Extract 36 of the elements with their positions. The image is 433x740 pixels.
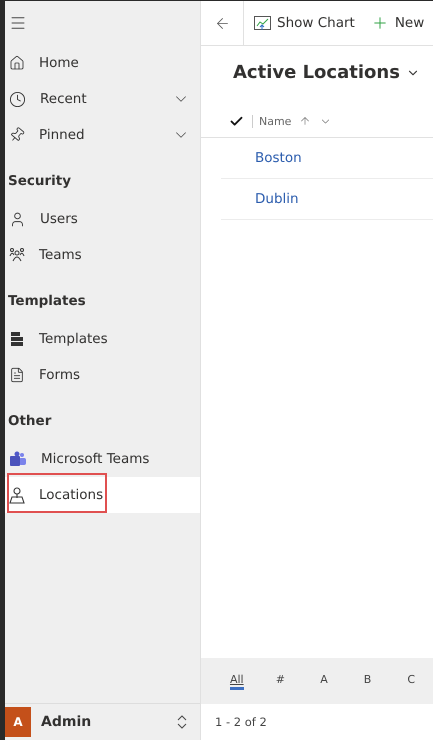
expand-collapse-icon[interactable] — [176, 714, 188, 730]
chart-icon — [254, 16, 271, 30]
stack-icon — [9, 331, 25, 347]
nav-item[interactable]: Home — [5, 45, 200, 81]
column-header[interactable]: Name — [252, 114, 332, 128]
nav-item[interactable]: Users — [5, 201, 200, 237]
home-icon — [9, 55, 25, 71]
nav-item[interactable]: Teams — [5, 237, 200, 273]
jump-letter[interactable]: All — [215, 668, 259, 694]
nav-item[interactable]: Pinned — [5, 117, 200, 153]
section-heading: Templates — [8, 293, 86, 309]
user-avatar: A — [5, 707, 31, 737]
user-icon — [9, 210, 26, 228]
nav-item[interactable]: Microsoft Teams — [5, 441, 200, 477]
user-name: Admin — [41, 714, 92, 730]
nav-item[interactable]: Forms — [5, 357, 200, 393]
jump-letter[interactable]: # — [258, 668, 302, 694]
record-link[interactable]: Dublin — [255, 191, 299, 207]
show-chart-button[interactable]: Show Chart — [244, 1, 361, 45]
people-icon — [9, 247, 25, 263]
teams-icon — [9, 451, 27, 467]
nav-item[interactable]: Templates — [5, 321, 200, 357]
jump-letter[interactable]: C — [389, 668, 433, 694]
nav-item[interactable]: Recent — [5, 81, 200, 117]
clock-icon — [9, 90, 26, 108]
view-selector[interactable]: Active Locations — [233, 62, 420, 83]
person-pin-icon — [9, 486, 25, 504]
record-count: 1 - 2 of 2 — [215, 715, 267, 729]
document-icon — [9, 367, 25, 383]
jump-letter[interactable]: A — [302, 668, 346, 694]
section-heading: Other — [8, 413, 52, 429]
new-button[interactable]: New — [360, 1, 430, 45]
section-heading: Security — [8, 173, 72, 189]
record-link[interactable]: Boston — [255, 150, 302, 166]
sort-up-icon — [299, 115, 312, 127]
jump-letter[interactable]: B — [346, 668, 390, 694]
